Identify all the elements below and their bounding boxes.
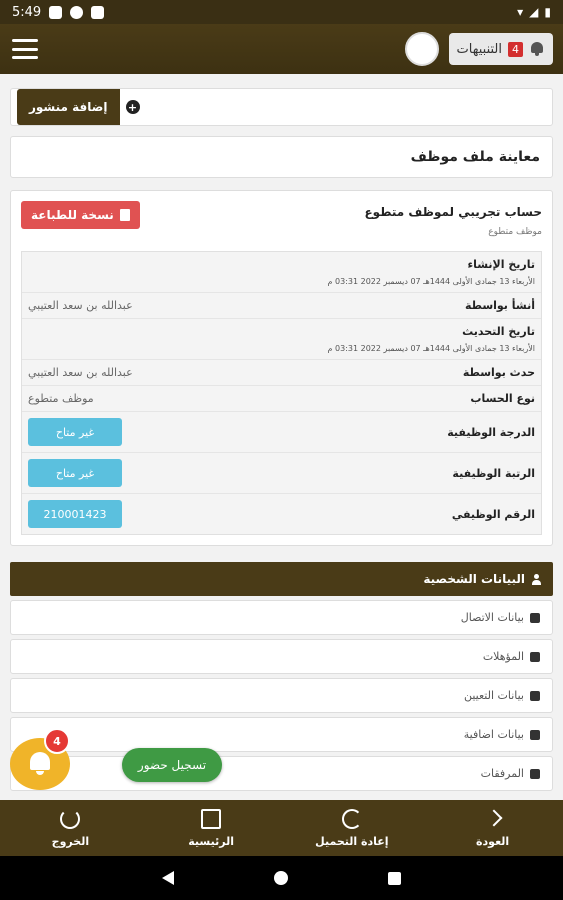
nav-back-label: العودة bbox=[476, 834, 510, 848]
detail-key: تاريخ التحديث bbox=[462, 325, 535, 338]
signal-icon: ◢ bbox=[529, 5, 539, 19]
nav-reload[interactable]: إعادة التحميل bbox=[282, 808, 423, 848]
section-item-label: المؤهلات bbox=[482, 650, 524, 663]
home-icon bbox=[201, 808, 222, 829]
building-icon bbox=[530, 690, 540, 701]
system-back-icon[interactable] bbox=[162, 871, 174, 885]
sync-icon bbox=[70, 5, 84, 19]
plus-icon bbox=[530, 729, 540, 740]
add-post-card: إضافة منشور + bbox=[10, 88, 553, 126]
grade-pill: غير متاح bbox=[28, 418, 122, 446]
status-time: 5:49 bbox=[12, 4, 42, 20]
briefcase-icon bbox=[530, 651, 540, 662]
phone-icon bbox=[530, 612, 540, 623]
nav-logout-label: الخروج bbox=[51, 834, 90, 848]
personal-data-label: البيانات الشخصية bbox=[423, 572, 525, 586]
account-name: حساب تجريبي لموظف متطوع bbox=[364, 205, 542, 219]
detail-key: تاريخ الإنشاء bbox=[467, 258, 535, 271]
attendance-button[interactable]: تسجيل حضور bbox=[122, 748, 222, 782]
app-notification-icon bbox=[49, 5, 63, 19]
system-home-icon[interactable] bbox=[274, 871, 288, 885]
nav-logout[interactable]: الخروج bbox=[0, 808, 141, 848]
paperclip-icon bbox=[530, 768, 540, 779]
personal-data-header[interactable]: البيانات الشخصية bbox=[10, 562, 553, 596]
section-item-label: بيانات اضافية bbox=[463, 728, 524, 741]
back-icon bbox=[483, 809, 503, 829]
detail-row: غير متاح الرتبة الوظيفية bbox=[22, 453, 541, 494]
detail-key: الرقم الوظيفي bbox=[451, 507, 535, 521]
detail-key: نوع الحساب bbox=[470, 392, 535, 405]
avatar[interactable] bbox=[404, 32, 439, 66]
detail-date: الأربعاء 13 جمادى الأولى 1444هـ 07 ديسمب… bbox=[327, 344, 535, 353]
bell-icon bbox=[30, 752, 50, 775]
power-icon bbox=[60, 808, 81, 829]
detail-key: الدرجة الوظيفية bbox=[447, 425, 535, 439]
bottom-nav: الخروج الرئيسية إعادة التحميل العودة bbox=[0, 800, 563, 856]
details-table: تاريخ الإنشاء الأربعاء 13 جمادى الأولى 1… bbox=[21, 251, 542, 535]
notifications-count-badge: 4 bbox=[508, 41, 523, 57]
section-item-label: بيانات التعيين bbox=[463, 689, 524, 702]
nav-home-label: الرئيسية bbox=[188, 834, 234, 848]
print-button-label: نسخة للطباعة bbox=[31, 208, 114, 222]
section-item-additional[interactable]: بيانات اضافية bbox=[10, 717, 553, 752]
section-item-qualifications[interactable]: المؤهلات bbox=[10, 639, 553, 674]
rank-pill: غير متاح bbox=[28, 459, 122, 487]
detail-row: عبدالله بن سعد العتيبي حدث بواسطة bbox=[22, 360, 541, 386]
detail-row: موظف متطوع نوع الحساب bbox=[22, 386, 541, 412]
profile-card: نسخة للطباعة حساب تجريبي لموظف متطوع موظ… bbox=[10, 190, 553, 546]
status-bar: 5:49 ▾ ◢ ▮ bbox=[0, 0, 563, 24]
wifi-icon: ▾ bbox=[517, 5, 524, 19]
account-type: موظف متطوع bbox=[488, 227, 542, 237]
detail-row: غير متاح الدرجة الوظيفية bbox=[22, 412, 541, 453]
detail-date: الأربعاء 13 جمادى الأولى 1444هـ 07 ديسمب… bbox=[327, 277, 535, 286]
detail-row: تاريخ الإنشاء الأربعاء 13 جمادى الأولى 1… bbox=[22, 252, 541, 293]
reload-icon bbox=[341, 808, 362, 829]
detail-key: أنشأ بواسطة bbox=[464, 299, 535, 312]
notifications-label: التنبيهات bbox=[456, 41, 502, 57]
nav-back[interactable]: العودة bbox=[422, 809, 563, 848]
employee-number-pill: 210001423 bbox=[28, 500, 122, 528]
battery-icon: ▮ bbox=[544, 5, 551, 19]
section-item-label: المرفقات bbox=[480, 767, 524, 780]
section-item-label: بيانات الاتصال bbox=[460, 611, 524, 624]
print-button[interactable]: نسخة للطباعة bbox=[21, 201, 140, 229]
page-title: معاينة ملف موظف bbox=[10, 136, 553, 178]
system-nav-bar bbox=[0, 856, 563, 900]
add-post-button[interactable]: إضافة منشور bbox=[17, 89, 120, 125]
section-item-contact[interactable]: بيانات الاتصال bbox=[10, 600, 553, 635]
detail-value: موظف متطوع bbox=[28, 392, 94, 405]
detail-row: 210001423 الرقم الوظيفي bbox=[22, 494, 541, 534]
section-item-attachments[interactable]: المرفقات bbox=[10, 756, 553, 791]
nav-reload-label: إعادة التحميل bbox=[315, 834, 389, 848]
notifications-button[interactable]: التنبيهات 4 bbox=[448, 33, 553, 65]
detail-value: عبدالله بن سعد العتيبي bbox=[28, 299, 133, 312]
floating-notifications-badge: 4 bbox=[44, 728, 70, 754]
detail-key: الرتبة الوظيفية bbox=[452, 466, 535, 480]
app-header: التنبيهات 4 bbox=[0, 24, 563, 74]
detail-row: عبدالله بن سعد العتيبي أنشأ بواسطة bbox=[22, 293, 541, 319]
sim-icon bbox=[91, 5, 105, 19]
pdf-icon bbox=[119, 209, 130, 221]
menu-icon[interactable] bbox=[12, 39, 38, 59]
section-item-appointment[interactable]: بيانات التعيين bbox=[10, 678, 553, 713]
detail-key: حدث بواسطة bbox=[462, 366, 535, 379]
system-recents-icon[interactable] bbox=[388, 871, 401, 885]
main-content: إضافة منشور + معاينة ملف موظف نسخة للطبا… bbox=[0, 74, 563, 800]
plus-circle-icon[interactable]: + bbox=[125, 100, 140, 114]
nav-home[interactable]: الرئيسية bbox=[141, 808, 282, 848]
user-icon bbox=[531, 573, 541, 585]
detail-row: تاريخ التحديث الأربعاء 13 جمادى الأولى 1… bbox=[22, 319, 541, 360]
bell-icon bbox=[529, 41, 545, 57]
detail-value: عبدالله بن سعد العتيبي bbox=[28, 366, 133, 379]
